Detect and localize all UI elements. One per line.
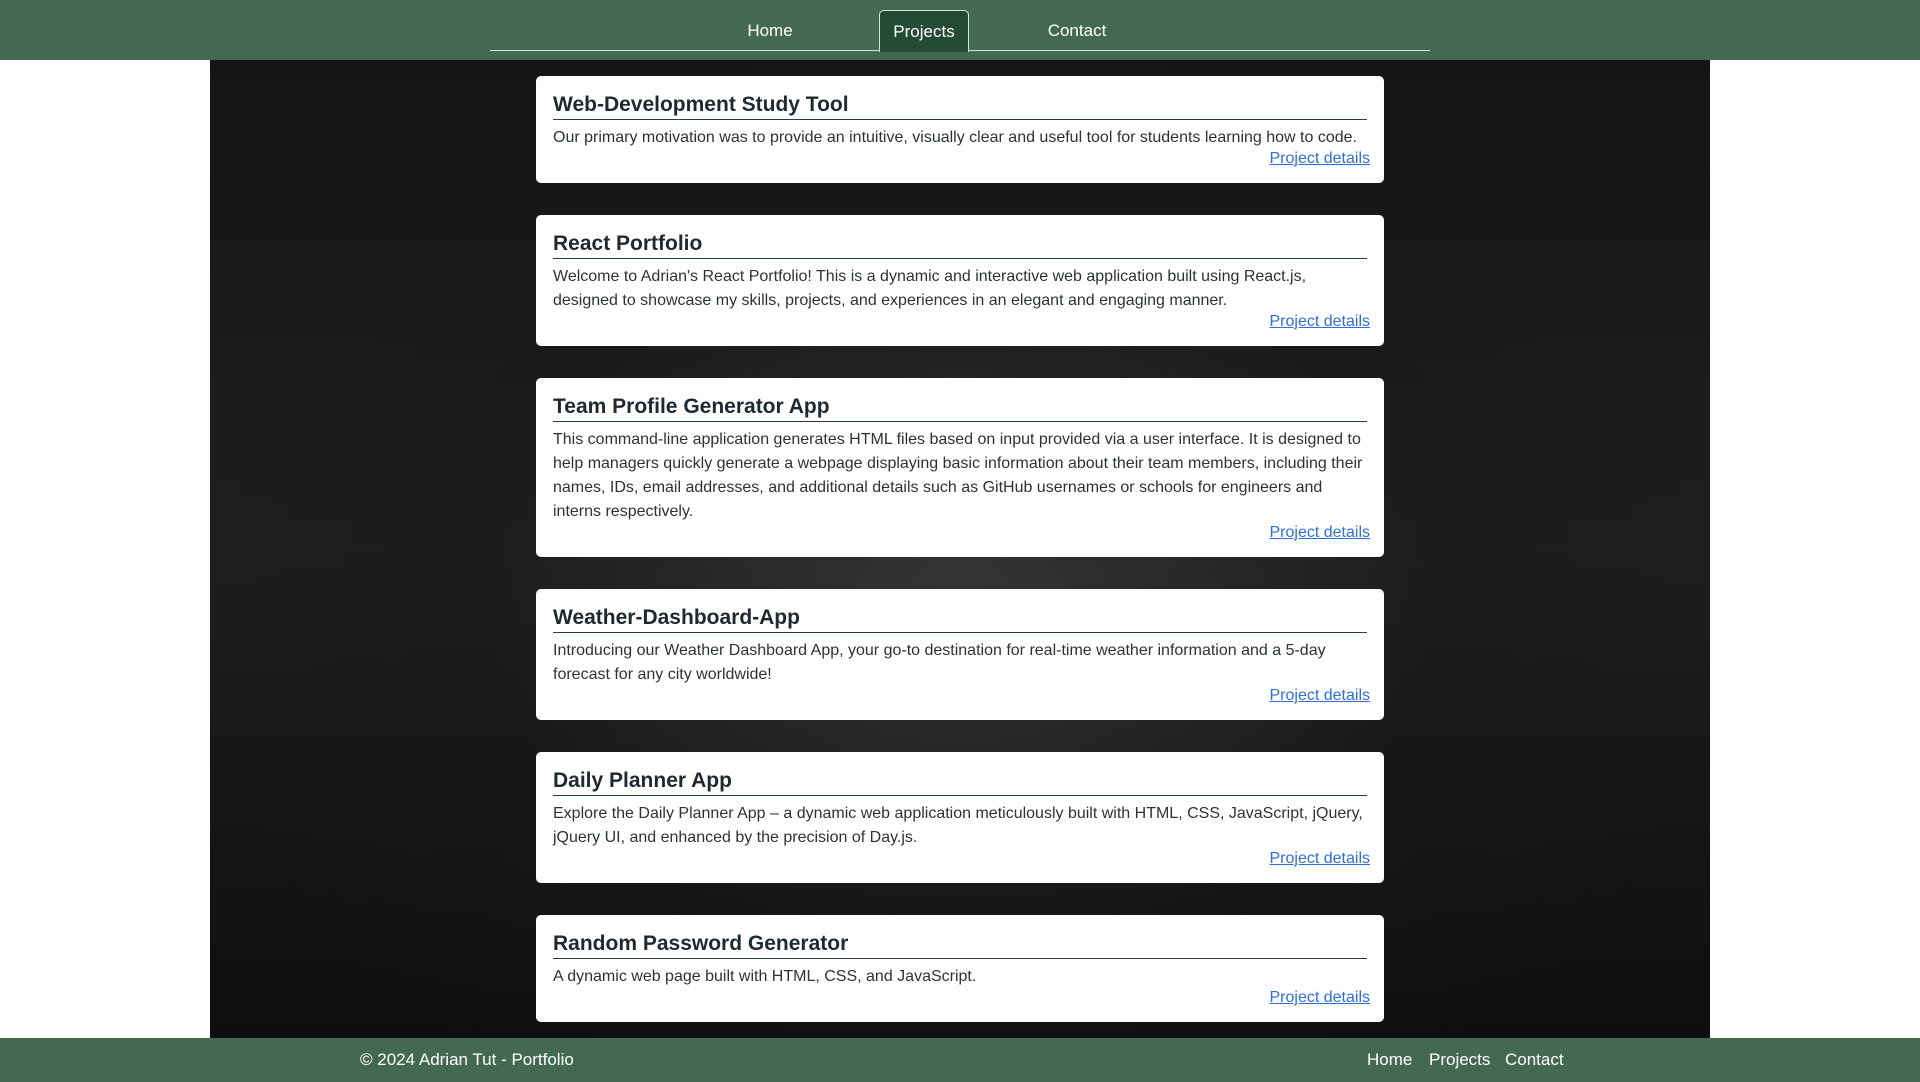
project-description: Explore the Daily Planner App – a dynami… [553,805,1363,846]
top-navbar: Home Projects Contact [0,0,1920,60]
project-description: This command-line application generates … [553,431,1363,520]
project-card: Team Profile Generator App This command-… [536,378,1384,557]
project-card: React Portfolio Welcome to Adrian's Reac… [536,215,1384,346]
nav-contact-link[interactable]: Contact [1030,10,1124,51]
project-title: Random Password Generator [553,932,1367,959]
project-description: Welcome to Adrian's React Portfolio! Thi… [553,268,1307,309]
nav-projects-tab-active[interactable]: Projects [879,10,969,52]
footer-contact-link[interactable]: Contact [1505,1038,1564,1082]
project-details-link[interactable]: Project details [1270,849,1371,869]
footer-home-link[interactable]: Home [1367,1038,1412,1082]
footer-copyright: © 2024 Adrian Tut - Portfolio [360,1050,574,1069]
project-card: Weather-Dashboard-App Introducing our We… [536,589,1384,720]
project-title: Weather-Dashboard-App [553,606,1367,633]
project-card: Random Password Generator A dynamic web … [536,915,1384,1022]
page: Home Projects Contact Web-Development St… [0,0,1920,1082]
project-title: React Portfolio [553,232,1367,259]
project-card: Daily Planner App Explore the Daily Plan… [536,752,1384,883]
main-nav: Home Projects Contact [490,10,1430,52]
project-description: A dynamic web page built with HTML, CSS,… [553,968,977,985]
project-description: Introducing our Weather Dashboard App, y… [553,642,1326,683]
project-description: Our primary motivation was to provide an… [553,129,1357,146]
project-title: Daily Planner App [553,769,1367,796]
projects-section: Web-Development Study Tool Our primary m… [210,60,1710,1038]
footer-projects-link[interactable]: Projects [1429,1038,1490,1082]
project-details-link[interactable]: Project details [1270,988,1371,1008]
project-title: Web-Development Study Tool [553,93,1367,120]
project-details-link[interactable]: Project details [1270,686,1371,706]
project-details-link[interactable]: Project details [1270,523,1371,543]
project-details-link[interactable]: Project details [1270,149,1371,169]
project-title: Team Profile Generator App [553,395,1367,422]
project-details-link[interactable]: Project details [1270,312,1371,332]
nav-home-link[interactable]: Home [730,10,810,51]
footer: © 2024 Adrian Tut - Portfolio Home Proje… [0,1038,1920,1082]
project-card: Web-Development Study Tool Our primary m… [536,76,1384,183]
